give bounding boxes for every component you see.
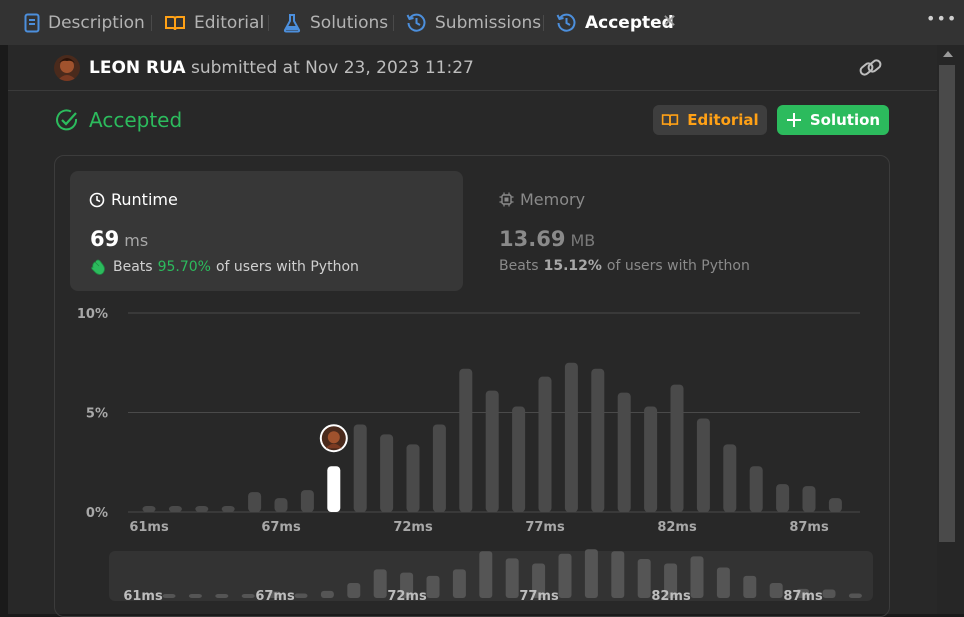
chart-bar[interactable]	[406, 444, 420, 512]
chart-bar[interactable]	[802, 486, 816, 512]
x-tick-label: 72ms	[393, 520, 433, 535]
chart-bar[interactable]	[221, 506, 235, 512]
chart-bar[interactable]	[564, 362, 578, 512]
chart-bar[interactable]	[485, 390, 499, 512]
chart-bar[interactable]	[749, 466, 763, 512]
y-tick-label: 10%	[77, 307, 108, 322]
brush-tick-label: 87ms	[783, 589, 823, 604]
brush-bar	[426, 575, 440, 598]
y-tick-label: 5%	[86, 407, 108, 422]
brush-bar	[611, 551, 625, 598]
brush-bar	[294, 593, 308, 598]
brush-bar	[373, 569, 387, 598]
chart-bar[interactable]	[195, 506, 209, 512]
brush-bar	[637, 559, 651, 598]
brush-bar	[188, 594, 202, 598]
chart-bar-highlight[interactable]	[327, 466, 341, 512]
chart-bar[interactable]	[142, 506, 156, 512]
chart-bar[interactable]	[432, 424, 446, 512]
brush-tick-label: 77ms	[519, 589, 559, 604]
chart-bar[interactable]	[353, 424, 367, 512]
chart-bar[interactable]	[696, 418, 710, 512]
chart-bar[interactable]	[776, 484, 790, 512]
brush-bar	[743, 575, 757, 598]
brush-bar	[241, 594, 255, 598]
runtime-distribution-chart: 10% 5% 0% 61ms 61ms 67ms 67ms 72ms 72ms 77ms 77ms…	[77, 307, 873, 604]
brush-bar	[769, 583, 783, 598]
brush-bar	[505, 558, 519, 598]
brush-tick-label: 82ms	[651, 589, 691, 604]
x-tick-label: 82ms	[657, 520, 697, 535]
x-tick-label: 77ms	[525, 520, 565, 535]
y-tick-label: 0%	[86, 506, 108, 521]
brush-bar	[320, 590, 334, 598]
x-tick-label: 87ms	[789, 520, 829, 535]
x-tick-label: 67ms	[261, 520, 301, 535]
chart-bar[interactable]	[248, 492, 262, 512]
x-tick-label: 61ms	[129, 520, 169, 535]
brush-bar	[822, 589, 836, 598]
brush-tick-label: 61ms	[123, 589, 163, 604]
brush-bar	[347, 583, 361, 598]
brush-bar	[479, 551, 493, 598]
chart-bar[interactable]	[300, 490, 314, 512]
chart-bar[interactable]	[828, 498, 842, 512]
brush-tick-label: 72ms	[387, 589, 427, 604]
chart-bar[interactable]	[380, 434, 394, 512]
brush-bar	[584, 549, 598, 598]
brush-bar	[716, 567, 730, 598]
brush-tick-label: 67ms	[255, 589, 295, 604]
brush-bar	[558, 553, 572, 598]
chart-bar[interactable]	[274, 498, 288, 512]
chart-bar[interactable]	[512, 406, 526, 512]
chart-bar[interactable]	[670, 384, 684, 512]
brush-bar	[690, 556, 704, 598]
brush-bar	[215, 594, 229, 598]
chart-bar[interactable]	[591, 368, 605, 512]
chart-bar[interactable]	[459, 368, 473, 512]
chart-bar[interactable]	[617, 392, 631, 512]
chart-bar[interactable]	[723, 444, 737, 512]
scrollbar-thumb[interactable]	[939, 65, 955, 542]
chart-bar[interactable]	[644, 406, 658, 512]
brush-bar	[848, 593, 862, 598]
chart-bar[interactable]	[168, 506, 182, 512]
scroll-up-icon[interactable]	[943, 51, 953, 57]
marker-face	[327, 431, 340, 444]
chart-bar[interactable]	[538, 376, 552, 512]
brush-bar	[452, 569, 466, 598]
brush-bar	[162, 594, 176, 598]
